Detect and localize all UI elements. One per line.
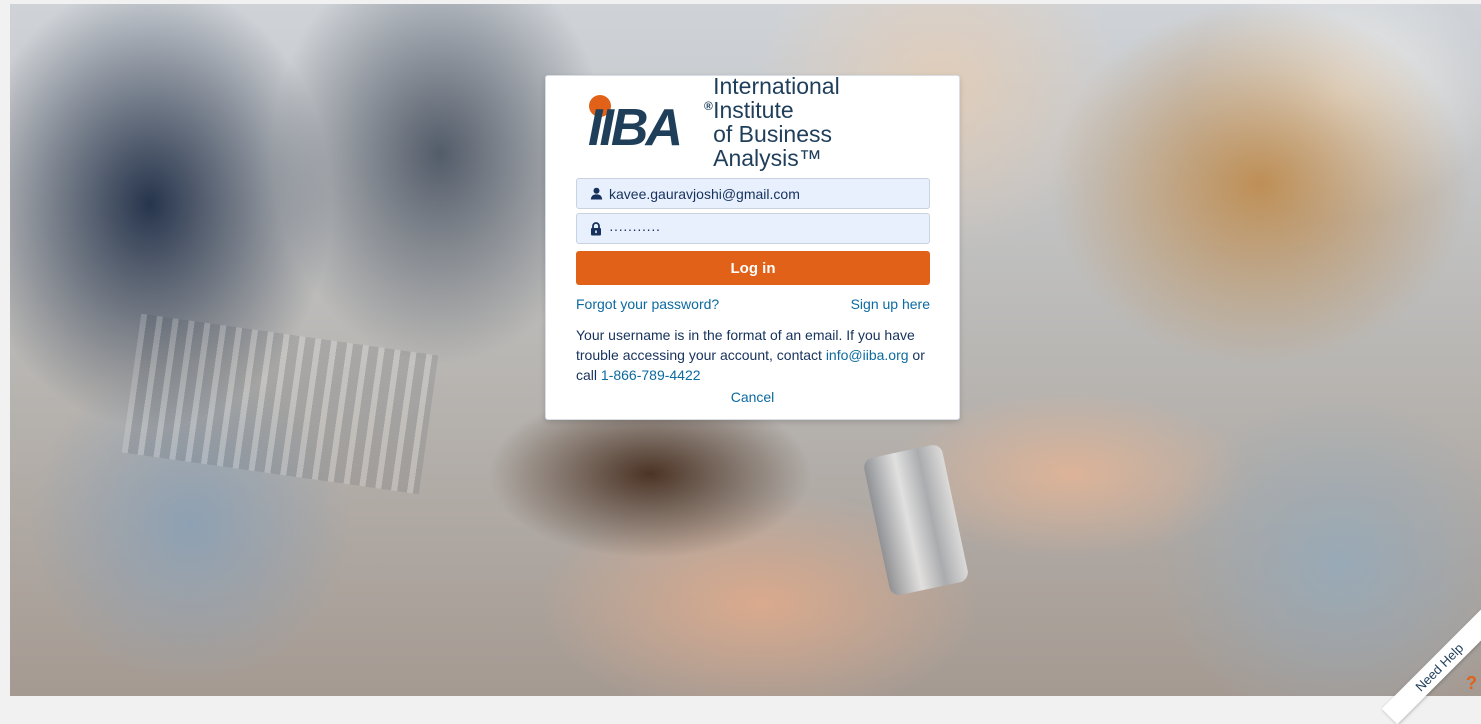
iiba-logo-mark: IIBA ®: [586, 93, 713, 157]
password-field[interactable]: ···········: [576, 213, 930, 244]
background-wristwatch: [862, 443, 970, 597]
user-icon: [589, 187, 603, 201]
login-button[interactable]: Log in: [576, 251, 930, 285]
help-email-link[interactable]: info@iiba.org: [826, 347, 909, 363]
username-field[interactable]: kavee.gauravjoshi@gmail.com: [576, 178, 930, 209]
sign-up-link[interactable]: Sign up here: [851, 296, 930, 312]
logo-name-line2: of Business Analysis™: [713, 121, 833, 171]
logo-letters: IIBA: [588, 99, 683, 157]
help-phone-link[interactable]: 1-866-789-4422: [601, 367, 701, 383]
password-value: ···········: [609, 220, 661, 237]
logo-registered-mark: ®: [704, 99, 713, 113]
cancel-link[interactable]: Cancel: [546, 389, 959, 405]
help-text: Your username is in the format of an ema…: [576, 325, 934, 385]
iiba-logo: IIBA ® International Institute of Busine…: [586, 74, 926, 170]
background-shirt-pattern: [121, 313, 439, 495]
lock-icon: [589, 221, 603, 236]
account-links: Forgot your password? Sign up here: [576, 296, 930, 314]
question-mark-icon[interactable]: ?: [1466, 673, 1477, 694]
logo-name-line1: International Institute: [713, 73, 840, 123]
logo-organization-name: International Institute of Business Anal…: [713, 74, 926, 170]
login-card: IIBA ® International Institute of Busine…: [545, 74, 960, 420]
forgot-password-link[interactable]: Forgot your password?: [576, 296, 719, 312]
username-value: kavee.gauravjoshi@gmail.com: [609, 185, 800, 202]
